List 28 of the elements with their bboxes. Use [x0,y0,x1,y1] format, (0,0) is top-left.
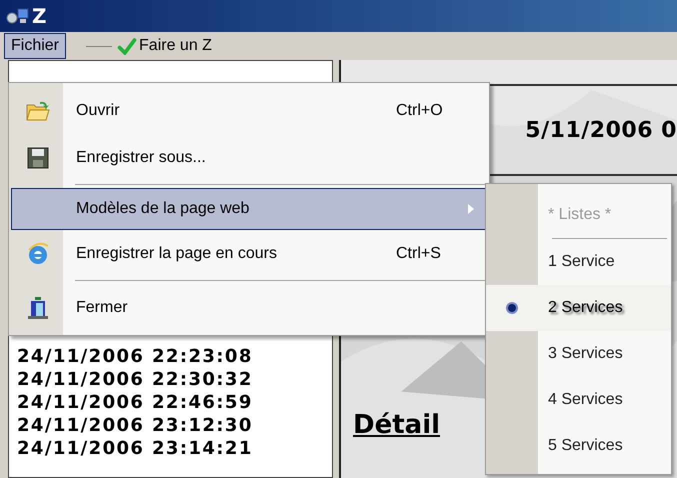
menu-option[interactable]: 2 Services [486,285,671,331]
date-entry: 24/11/2006 22:46:59 [17,391,254,414]
menu-option[interactable]: 4 Services [486,377,671,423]
check-icon [117,38,138,54]
menu-option[interactable]: 1 Service [486,239,671,285]
app-icon [6,7,30,25]
menu-item[interactable]: Ouvrir Ctrl+O [11,87,487,134]
menu-item[interactable]: Fichier [4,33,66,59]
header-date: 5/11/2006 0 [525,118,677,142]
radio-dot-icon [505,301,519,315]
menu-option[interactable]: 3 Services [486,331,671,377]
browser-icon [26,242,50,266]
submenu-heading: * Listes * [547,205,612,225]
date-entry: 24/11/2006 22:30:32 [17,368,254,391]
menu-item[interactable]: Fermer [11,284,487,331]
menu-item[interactable]: Enregistrer sous... [11,134,487,181]
submenu-arrow-icon [468,204,474,214]
date-entry: 24/11/2006 23:12:30 [17,414,254,437]
exit-door-icon [26,296,50,320]
menu-item[interactable]: Enregistrer la page en cours Ctrl+S [11,230,487,277]
menu-item[interactable]: Modèles de la page web [11,188,487,230]
menu-option[interactable]: 5 Services [486,423,671,469]
folder-icon [26,100,50,122]
date-entry: 24/11/2006 22:23:08 [17,345,254,368]
window-title: Z [32,4,47,28]
date-entry: 24/11/2006 23:14:21 [17,437,254,460]
detail-heading: Détail [353,410,440,440]
toolbar-button[interactable]: Faire un Z [112,34,217,58]
